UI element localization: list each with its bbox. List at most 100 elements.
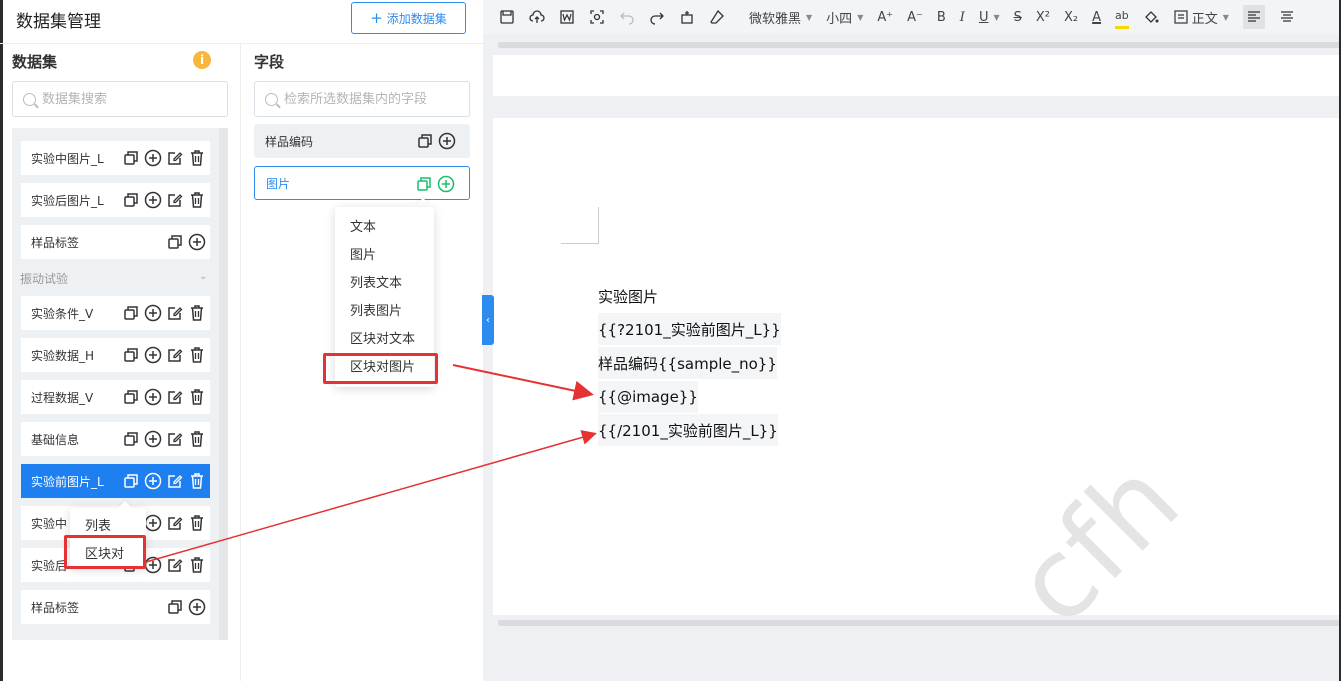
font-family-select[interactable]: 微软雅黑 ▼: [749, 5, 812, 29]
grow-font-button[interactable]: A⁺: [877, 5, 893, 29]
dataset-item[interactable]: 实验条件_V: [21, 296, 210, 330]
copy-icon[interactable]: [122, 149, 140, 167]
copy-icon[interactable]: [166, 233, 184, 251]
copy-icon[interactable]: [166, 598, 184, 616]
info-icon[interactable]: i: [193, 51, 211, 69]
edit-icon[interactable]: [166, 430, 184, 448]
menu-item-list-text[interactable]: 列表文本: [335, 267, 434, 295]
field-search-input[interactable]: [284, 91, 454, 107]
menu-item-image[interactable]: 图片: [335, 239, 434, 267]
add-circle-icon[interactable]: [144, 191, 162, 209]
delete-icon[interactable]: [188, 346, 206, 364]
add-circle-icon[interactable]: [188, 598, 206, 616]
copy-icon[interactable]: [415, 175, 433, 193]
add-circle-icon[interactable]: [144, 556, 162, 574]
copy-icon[interactable]: [122, 304, 140, 322]
add-circle-icon[interactable]: [144, 430, 162, 448]
bold-button[interactable]: B: [937, 5, 946, 29]
add-circle-icon[interactable]: [438, 132, 456, 150]
doc-line[interactable]: {{/2101_实验前图片_L}}: [598, 414, 778, 446]
dataset-item[interactable]: 实验数据_H: [21, 338, 210, 372]
dataset-search[interactable]: [12, 81, 228, 117]
add-circle-icon[interactable]: [144, 304, 162, 322]
copy-icon[interactable]: [416, 132, 434, 150]
highlight-button[interactable]: ab: [1115, 5, 1129, 29]
underline-button[interactable]: U ▼: [979, 5, 1000, 29]
format-painter-icon[interactable]: [679, 5, 695, 29]
subscript-button[interactable]: X₂: [1064, 5, 1078, 29]
font-color-button[interactable]: A: [1092, 5, 1101, 29]
delete-icon[interactable]: [188, 472, 206, 490]
shrink-font-button[interactable]: A⁻: [907, 5, 923, 29]
group-title-vibration[interactable]: 振动试验: [20, 270, 68, 287]
add-circle-icon[interactable]: [144, 346, 162, 364]
italic-button[interactable]: I: [960, 5, 965, 29]
edit-icon[interactable]: [166, 191, 184, 209]
add-circle-icon[interactable]: [188, 233, 206, 251]
dataset-item[interactable]: 实验前图片_L: [21, 464, 210, 498]
delete-icon[interactable]: [188, 514, 206, 532]
upload-cloud-icon[interactable]: [529, 5, 545, 29]
delete-icon[interactable]: [188, 191, 206, 209]
doc-line[interactable]: 实验图片: [598, 280, 658, 312]
copy-icon[interactable]: [122, 346, 140, 364]
delete-icon[interactable]: [188, 556, 206, 574]
word-export-icon[interactable]: [559, 5, 575, 29]
delete-icon[interactable]: [188, 388, 206, 406]
add-circle-icon[interactable]: [437, 175, 455, 193]
collapse-panel-button[interactable]: ‹: [482, 295, 494, 345]
delete-icon[interactable]: [188, 304, 206, 322]
align-center-icon[interactable]: [1279, 5, 1295, 29]
edit-icon[interactable]: [166, 388, 184, 406]
menu-item-block-text[interactable]: 区块对文本: [335, 323, 434, 351]
doc-line[interactable]: 样品编码{{sample_no}}: [598, 347, 777, 379]
field-item-image[interactable]: 图片: [254, 166, 470, 200]
edit-icon[interactable]: [166, 472, 184, 490]
page-header-area: [493, 55, 1341, 96]
delete-icon[interactable]: [188, 149, 206, 167]
dataset-item[interactable]: 基础信息: [21, 422, 210, 456]
fill-color-icon[interactable]: [1143, 5, 1159, 29]
copy-icon[interactable]: [122, 388, 140, 406]
dataset-search-input[interactable]: [42, 91, 212, 107]
dataset-item[interactable]: 实验后图片_L: [21, 183, 210, 217]
add-circle-icon[interactable]: [144, 388, 162, 406]
edit-icon[interactable]: [166, 346, 184, 364]
paragraph-style-select[interactable]: 正文 ▼: [1173, 5, 1229, 29]
delete-icon[interactable]: [188, 430, 206, 448]
copy-icon[interactable]: [122, 472, 140, 490]
edit-icon[interactable]: [166, 149, 184, 167]
undo-icon[interactable]: [619, 5, 635, 29]
eraser-icon[interactable]: [709, 5, 725, 29]
align-left-icon[interactable]: [1242, 5, 1265, 29]
menu-item-list[interactable]: 列表: [70, 510, 146, 538]
dataset-item[interactable]: 样品标签: [21, 590, 210, 624]
field-search[interactable]: [254, 81, 470, 117]
highlight-box-block-image: [323, 353, 438, 384]
dataset-item[interactable]: 过程数据_V: [21, 380, 210, 414]
doc-line[interactable]: {{?2101_实验前图片_L}}: [598, 313, 781, 345]
add-circle-icon[interactable]: [144, 472, 162, 490]
dataset-list-scrollbar[interactable]: [219, 128, 228, 640]
dataset-item[interactable]: 实验中图片_L: [21, 141, 210, 175]
font-size-select[interactable]: 小四 ▼: [826, 5, 863, 29]
strikethrough-button[interactable]: S: [1014, 5, 1022, 29]
superscript-button[interactable]: X²: [1036, 5, 1050, 29]
edit-icon[interactable]: [166, 556, 184, 574]
add-circle-icon[interactable]: [144, 514, 162, 532]
add-circle-icon[interactable]: [144, 149, 162, 167]
add-dataset-button[interactable]: + 添加数据集: [351, 2, 466, 34]
edit-icon[interactable]: [166, 514, 184, 532]
copy-icon[interactable]: [122, 430, 140, 448]
edit-icon[interactable]: [166, 304, 184, 322]
copy-icon[interactable]: [122, 191, 140, 209]
chevron-down-icon[interactable]: ⌄: [199, 271, 207, 282]
menu-item-list-image[interactable]: 列表图片: [335, 295, 434, 323]
menu-item-text[interactable]: 文本: [335, 211, 434, 239]
redo-icon[interactable]: [649, 5, 665, 29]
scan-icon[interactable]: [589, 5, 605, 29]
field-item-sample-code[interactable]: 样品编码: [254, 124, 470, 158]
doc-line[interactable]: {{@image}}: [598, 381, 698, 413]
dataset-item[interactable]: 样品标签: [21, 225, 210, 259]
save-icon[interactable]: [499, 5, 515, 29]
